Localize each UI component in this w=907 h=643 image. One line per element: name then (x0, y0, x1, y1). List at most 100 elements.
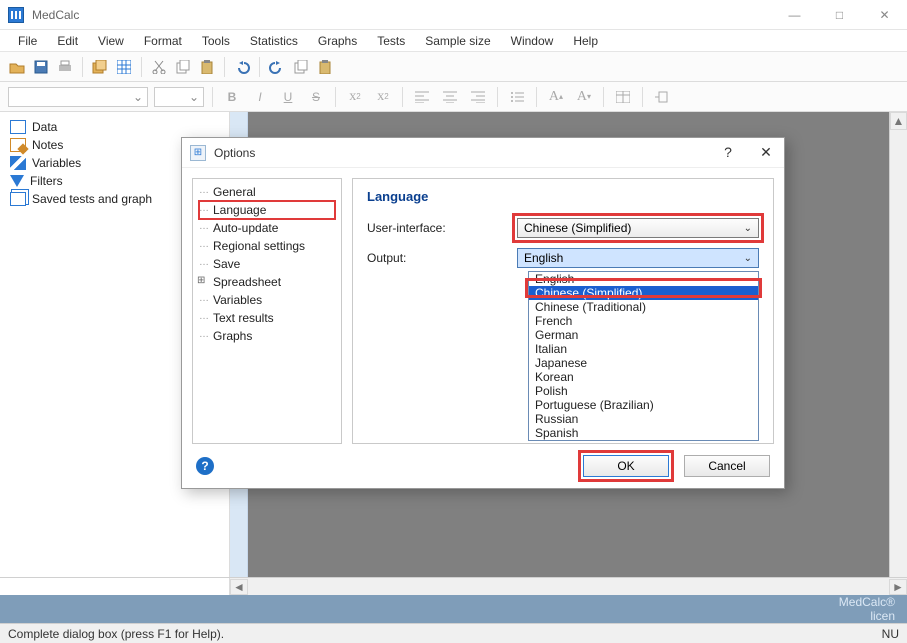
underline-button[interactable]: U (277, 86, 299, 108)
list-button[interactable] (506, 86, 528, 108)
output-language-label: Output: (367, 251, 517, 265)
copy2-icon[interactable] (292, 58, 310, 76)
output-language-combo[interactable]: English ⌄ (517, 248, 759, 268)
output-language-row: Output: English ⌄ (367, 248, 759, 268)
options-node-graphs[interactable]: Graphs (199, 327, 335, 345)
increase-font-icon[interactable]: A▴ (545, 86, 567, 108)
scroll-left-icon[interactable]: ◄ (230, 579, 248, 595)
table-button[interactable] (612, 86, 634, 108)
decrease-font-icon[interactable]: A▾ (573, 86, 595, 108)
output-option[interactable]: Polish (529, 384, 758, 398)
font-family-combo[interactable]: ⌄ (8, 87, 148, 107)
font-size-combo[interactable]: ⌄ (154, 87, 204, 107)
menu-format[interactable]: Format (136, 32, 190, 50)
tree-label: Notes (32, 138, 63, 152)
options-node-spreadsheet[interactable]: Spreadsheet (199, 273, 335, 291)
dialog-help-button[interactable]: ? (718, 144, 738, 161)
close-button[interactable]: ✕ (862, 0, 907, 30)
output-option[interactable]: Chinese (Simplified) (529, 286, 758, 300)
align-right-icon[interactable] (467, 86, 489, 108)
options-panel: Language User-interface: Chinese (Simpli… (352, 178, 774, 444)
scroll-right-icon[interactable]: ► (889, 579, 907, 595)
output-option[interactable]: Russian (529, 412, 758, 426)
minimize-button[interactable]: — (772, 0, 817, 30)
paste-icon[interactable] (198, 58, 216, 76)
options-node-general[interactable]: General (199, 183, 335, 201)
hscroll-track[interactable] (248, 579, 889, 595)
superscript-button[interactable]: x2 (372, 86, 394, 108)
ok-button[interactable]: OK (583, 455, 669, 477)
save-icon[interactable] (32, 58, 50, 76)
output-language-dropdown[interactable]: EnglishChinese (Simplified)Chinese (Trad… (528, 271, 759, 441)
chevron-down-icon: ⌄ (744, 223, 752, 234)
options-node-regional[interactable]: Regional settings (199, 237, 335, 255)
menu-tools[interactable]: Tools (194, 32, 238, 50)
output-language-value: English (524, 251, 563, 265)
undo-icon[interactable] (233, 58, 251, 76)
vertical-scrollbar[interactable]: ▲ ▼ (889, 112, 907, 595)
menu-help[interactable]: Help (565, 32, 606, 50)
options-node-language[interactable]: Language (199, 201, 335, 219)
open-icon[interactable] (8, 58, 26, 76)
dialog-body: General Language Auto-update Regional se… (182, 168, 784, 444)
bold-button[interactable]: B (221, 86, 243, 108)
copy-sheet-icon[interactable] (91, 58, 109, 76)
output-option[interactable]: English (529, 272, 758, 286)
dialog-close-button[interactable]: ✕ (756, 144, 776, 161)
menu-view[interactable]: View (90, 32, 132, 50)
menu-file[interactable]: File (10, 32, 45, 50)
help-icon[interactable]: ? (196, 457, 214, 475)
ui-language-value: Chinese (Simplified) (524, 221, 631, 235)
cancel-button[interactable]: Cancel (684, 455, 770, 477)
brand-footer: MedCalc® licen (0, 595, 907, 623)
grid-icon[interactable] (115, 58, 133, 76)
ok-highlight-frame: OK (578, 450, 674, 482)
print-icon[interactable] (56, 58, 74, 76)
options-node-variables[interactable]: Variables (199, 291, 335, 309)
cut-icon[interactable] (150, 58, 168, 76)
ui-language-combo[interactable]: Chinese (Simplified) ⌄ (517, 218, 759, 238)
output-option[interactable]: Portuguese (Brazilian) (529, 398, 758, 412)
scroll-track[interactable] (890, 130, 907, 577)
copy-icon[interactable] (174, 58, 192, 76)
horizontal-scrollbar-row: ◄ ► (0, 577, 907, 595)
italic-button[interactable]: I (249, 86, 271, 108)
output-option[interactable]: Japanese (529, 356, 758, 370)
menu-samplesize[interactable]: Sample size (417, 32, 498, 50)
menu-statistics[interactable]: Statistics (242, 32, 306, 50)
output-option[interactable]: French (529, 314, 758, 328)
menu-edit[interactable]: Edit (49, 32, 86, 50)
tree-label: Saved tests and graph (32, 192, 152, 206)
statusbar: Complete dialog box (press F1 for Help).… (0, 623, 907, 643)
menu-graphs[interactable]: Graphs (310, 32, 365, 50)
menu-tests[interactable]: Tests (369, 32, 413, 50)
subscript-button[interactable]: x2 (344, 86, 366, 108)
maximize-button[interactable]: □ (817, 0, 862, 30)
output-option[interactable]: Italian (529, 342, 758, 356)
insert-button[interactable] (651, 86, 673, 108)
data-icon (10, 120, 26, 134)
options-node-autoupdate[interactable]: Auto-update (199, 219, 335, 237)
redo-icon[interactable] (268, 58, 286, 76)
options-node-textresults[interactable]: Text results (199, 309, 335, 327)
titlebar: MedCalc — □ ✕ (0, 0, 907, 30)
align-center-icon[interactable] (439, 86, 461, 108)
format-toolbar: ⌄ ⌄ B I U S x2 x2 A▴ A▾ (0, 82, 907, 112)
output-option[interactable]: Spanish (529, 426, 758, 440)
dialog-titlebar: ⊞ Options ? ✕ (182, 138, 784, 168)
saved-icon (10, 192, 26, 206)
brand-line1: MedCalc® (839, 595, 895, 609)
dialog-icon: ⊞ (190, 145, 206, 161)
tree-label: Filters (30, 174, 63, 188)
tree-item-data[interactable]: Data (4, 118, 225, 136)
strike-button[interactable]: S (305, 86, 327, 108)
output-option[interactable]: Korean (529, 370, 758, 384)
scroll-up-icon[interactable]: ▲ (890, 112, 907, 130)
menu-window[interactable]: Window (503, 32, 562, 50)
options-node-save[interactable]: Save (199, 255, 335, 273)
output-option[interactable]: Chinese (Traditional) (529, 300, 758, 314)
tree-label: Data (32, 120, 57, 134)
output-option[interactable]: German (529, 328, 758, 342)
align-left-icon[interactable] (411, 86, 433, 108)
paste2-icon[interactable] (316, 58, 334, 76)
